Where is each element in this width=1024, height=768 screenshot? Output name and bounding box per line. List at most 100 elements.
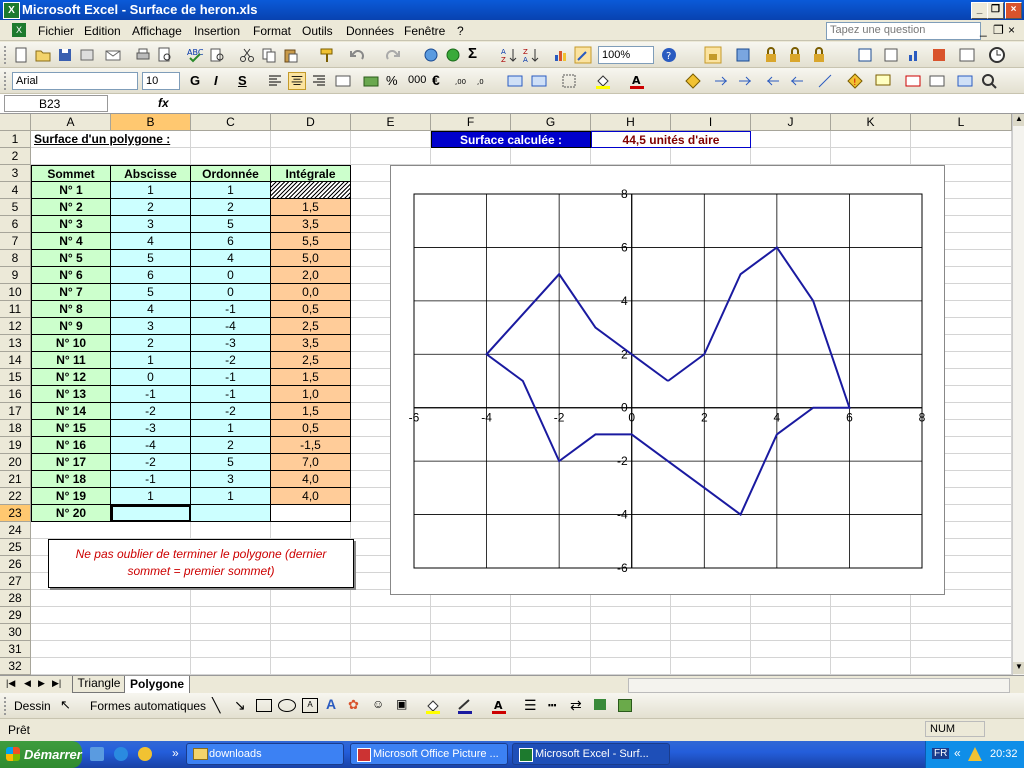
column-header-I[interactable]: I (671, 114, 751, 131)
abscisse-cell[interactable]: 1 (111, 352, 191, 369)
diagram-icon[interactable]: ✿ (348, 697, 359, 713)
integrale-cell[interactable]: 3,5 (271, 216, 351, 233)
integrale-cell[interactable]: 2,5 (271, 352, 351, 369)
underline-button[interactable]: S (238, 73, 256, 91)
sommet-cell[interactable]: N° 15 (31, 420, 111, 437)
save-icon[interactable] (56, 46, 74, 64)
insert-function-icon[interactable]: fx (158, 96, 169, 110)
autosum-icon[interactable]: Σ (468, 45, 486, 63)
drawing-toggle-icon[interactable] (574, 46, 592, 64)
euro-button[interactable]: € (432, 72, 450, 90)
abscisse-cell[interactable]: 4 (111, 301, 191, 318)
spelling-icon[interactable]: ABC (186, 46, 204, 64)
protect-sheet-icon[interactable] (704, 46, 722, 64)
formula-input[interactable] (176, 95, 1016, 112)
textbox-icon[interactable]: A (302, 698, 318, 713)
font-color-draw-icon[interactable]: A (490, 697, 508, 715)
ordonnee-cell[interactable]: 6 (191, 233, 271, 250)
table-header[interactable]: Sommet (31, 165, 111, 182)
drawing-menu-button[interactable]: Dessin (14, 699, 51, 713)
remove-precedents-icon[interactable] (736, 72, 754, 90)
sheet-title[interactable]: Surface d'un polygone : (31, 131, 231, 148)
table-header[interactable]: Intégrale (271, 165, 351, 182)
shadow-style-icon[interactable] (594, 699, 606, 710)
abscisse-cell[interactable]: 5 (111, 284, 191, 301)
ordonnee-cell[interactable]: 1 (191, 182, 271, 199)
bold-button[interactable]: G (190, 73, 208, 91)
sommet-cell[interactable]: N° 2 (31, 199, 111, 216)
ordonnee-cell[interactable]: -3 (191, 335, 271, 352)
ordonnee-cell[interactable]: 5 (191, 216, 271, 233)
integrale-cell[interactable]: 1,0 (271, 386, 351, 403)
thousands-button[interactable]: 000 (408, 74, 426, 92)
undo-icon[interactable] (348, 46, 366, 64)
open-icon[interactable] (34, 46, 52, 64)
quicklaunch-explorer-icon[interactable] (90, 747, 104, 761)
column-header-C[interactable]: C (191, 114, 271, 131)
integrale-cell[interactable]: 3,5 (271, 335, 351, 352)
remove-arrows-icon[interactable] (816, 72, 834, 90)
abscisse-cell[interactable]: 2 (111, 335, 191, 352)
integrale-cell[interactable]: -1,5 (271, 437, 351, 454)
column-header-G[interactable]: G (511, 114, 591, 131)
sommet-cell[interactable]: N° 16 (31, 437, 111, 454)
ordonnee-cell[interactable]: -1 (191, 369, 271, 386)
ordonnee-cell[interactable] (191, 505, 271, 522)
integrale-cell[interactable]: 0,5 (271, 301, 351, 318)
trace-error-icon[interactable]: ! (846, 72, 864, 90)
fill-color-draw-icon[interactable] (424, 697, 442, 715)
column-header-J[interactable]: J (751, 114, 831, 131)
menu-insertion[interactable]: Insertion (194, 24, 240, 38)
line-icon[interactable]: ╲ (212, 697, 220, 714)
table-header[interactable]: Ordonnée (191, 165, 271, 182)
ordonnee-cell[interactable]: 4 (191, 250, 271, 267)
chart-icon[interactable] (906, 46, 924, 64)
sommet-cell[interactable]: N° 14 (31, 403, 111, 420)
ordonnee-cell[interactable]: 0 (191, 267, 271, 284)
doc-minimize-button[interactable]: _ (980, 23, 987, 37)
column-header-H[interactable]: H (591, 114, 671, 131)
ordonnee-cell[interactable]: 2 (191, 199, 271, 216)
permission-icon[interactable] (78, 46, 96, 64)
circle-invalid-icon[interactable] (904, 72, 922, 90)
ordonnee-cell[interactable]: 1 (191, 488, 271, 505)
clock[interactable]: 20:32 (990, 748, 1018, 760)
integrale-cell[interactable]: 2,5 (271, 318, 351, 335)
table-header[interactable]: Abscisse (111, 165, 191, 182)
abscisse-cell[interactable]: 4 (111, 233, 191, 250)
integrale-cell[interactable]: 1,5 (271, 403, 351, 420)
ordonnee-cell[interactable]: -1 (191, 386, 271, 403)
graph-icon[interactable] (930, 46, 948, 64)
ordonnee-cell[interactable]: 3 (191, 471, 271, 488)
sommet-cell[interactable]: N° 13 (31, 386, 111, 403)
copy-icon[interactable] (260, 46, 278, 64)
language-indicator[interactable]: FR (932, 748, 950, 759)
protect-workbook-icon[interactable] (810, 46, 828, 64)
autoshapes-menu-button[interactable]: Formes automatiques (90, 699, 206, 713)
redo-icon[interactable] (384, 46, 402, 64)
picture-icon[interactable]: ▣ (396, 697, 407, 711)
diamond-icon[interactable] (684, 72, 702, 90)
close-button[interactable]: × (1005, 2, 1022, 19)
decrease-decimal-icon[interactable]: ,0 (476, 72, 494, 90)
watch-window-icon[interactable] (956, 72, 974, 90)
sommet-cell[interactable]: N° 7 (31, 284, 111, 301)
sommet-cell[interactable]: N° 8 (31, 301, 111, 318)
menu-format[interactable]: Format (253, 24, 291, 38)
sommet-cell[interactable]: N° 1 (31, 182, 111, 199)
ordonnee-cell[interactable]: -2 (191, 403, 271, 420)
integrale-cell[interactable]: 1,5 (271, 199, 351, 216)
abscisse-cell[interactable]: 2 (111, 199, 191, 216)
rectangle-icon[interactable] (256, 699, 272, 712)
ordonnee-cell[interactable]: 5 (191, 454, 271, 471)
quicklaunch-clock-icon[interactable] (138, 747, 152, 761)
doc-close-button[interactable]: × (1008, 23, 1015, 37)
sort-ascending-icon[interactable]: AZ (500, 46, 518, 64)
surface-value[interactable]: 44,5 unités d'aire (591, 131, 751, 148)
abscisse-cell[interactable]: -1 (111, 471, 191, 488)
sommet-cell[interactable]: N° 19 (31, 488, 111, 505)
currency-icon[interactable] (362, 72, 380, 90)
new-icon[interactable] (12, 46, 30, 64)
web-icon[interactable] (444, 46, 462, 64)
tab-triangle[interactable]: Triangle (72, 676, 126, 693)
